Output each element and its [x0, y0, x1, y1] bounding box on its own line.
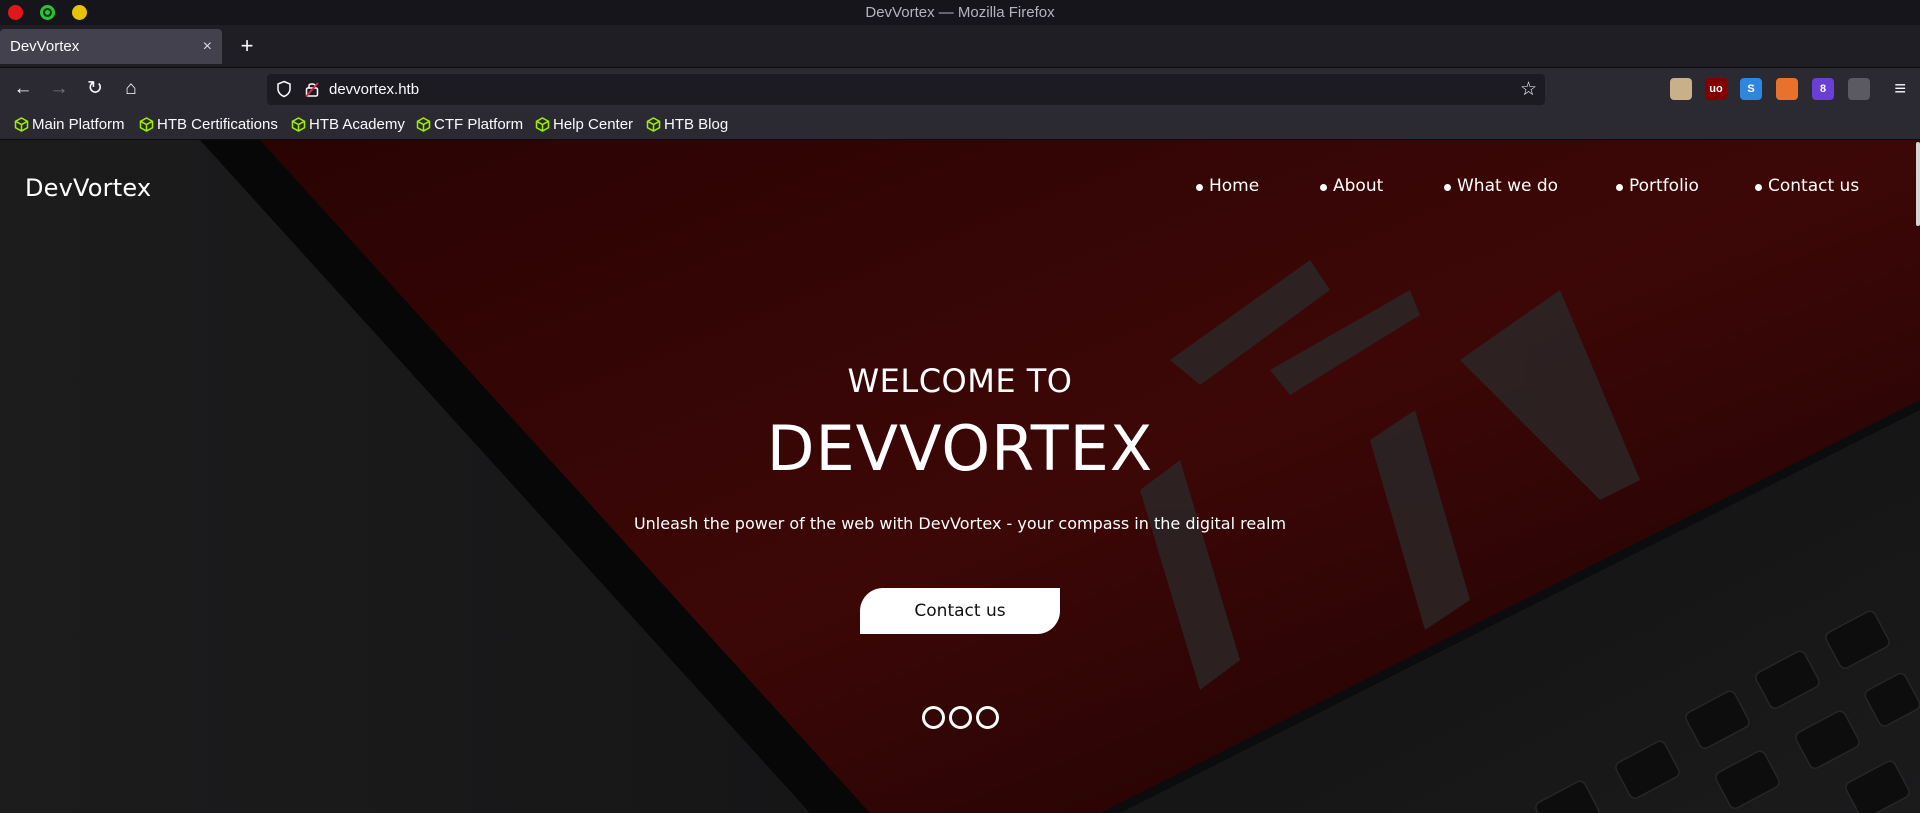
url-bar[interactable]: devvortex.htb ☆ — [267, 74, 1545, 105]
nav-home[interactable]: Home — [1196, 176, 1259, 196]
forward-button[interactable]: → — [44, 74, 74, 104]
tab-close-icon[interactable]: × — [203, 29, 212, 64]
nav-about[interactable]: About — [1320, 176, 1383, 196]
nav-what-we-do[interactable]: What we do — [1444, 176, 1558, 196]
back-button[interactable]: ← — [8, 74, 38, 104]
purple-extension-icon[interactable]: 8 — [1812, 78, 1834, 100]
cube-icon — [139, 117, 154, 132]
bookmark-main-platform[interactable]: Main Platform — [12, 109, 125, 140]
bookmark-star-icon[interactable]: ☆ — [1520, 78, 1537, 101]
app-menu-button[interactable]: ≡ — [1894, 74, 1906, 104]
cube-icon — [646, 117, 661, 132]
lock-icon[interactable] — [303, 80, 321, 98]
cube-icon — [416, 117, 431, 132]
hero-subtitle: Unleash the power of the web with DevVor… — [633, 514, 1287, 533]
cube-icon — [14, 117, 29, 132]
cube-icon — [291, 117, 306, 132]
hero-title: DEVVORTEX — [766, 412, 1154, 485]
tab-label: DevVortex — [10, 38, 80, 55]
home-button[interactable]: ⌂ — [116, 74, 146, 104]
bookmark-label: CTF Platform — [434, 116, 524, 133]
navigation-toolbar: ← → ↻ ⌂ devvortex.htb ☆ uo S 8 ≡ — [0, 68, 1920, 109]
tab-devvortex[interactable]: DevVortex × — [0, 29, 222, 64]
carousel-dot[interactable] — [922, 706, 945, 729]
cube-icon — [535, 117, 550, 132]
bookmark-help-center[interactable]: Help Center — [533, 109, 633, 140]
contact-us-button[interactable]: Contact us — [860, 588, 1060, 634]
carousel-dot[interactable] — [949, 706, 972, 729]
bookmark-htb-certifications[interactable]: HTB Certifications — [137, 109, 278, 140]
bookmark-label: HTB Certifications — [157, 116, 278, 133]
bookmark-htb-blog[interactable]: HTB Blog — [644, 109, 728, 140]
foxy-extension-icon[interactable] — [1776, 78, 1798, 100]
bookmark-htb-academy[interactable]: HTB Academy — [289, 109, 405, 140]
bookmark-ctf-platform[interactable]: CTF Platform — [414, 109, 523, 140]
tab-strip: DevVortex × + — [0, 25, 1920, 68]
gear-extension-icon[interactable] — [1848, 78, 1870, 100]
bookmark-label: HTB Academy — [309, 116, 405, 133]
site-logo[interactable]: DevVortex — [25, 174, 151, 202]
cookie-extension-icon[interactable] — [1670, 78, 1692, 100]
nav-portfolio[interactable]: Portfolio — [1616, 176, 1699, 196]
bookmarks-toolbar: Main Platform HTB Certifications HTB Aca… — [0, 109, 1920, 140]
reload-button[interactable]: ↻ — [80, 74, 110, 104]
tracking-shield-icon[interactable] — [275, 80, 293, 98]
window-title: DevVortex — Mozilla Firefox — [865, 4, 1055, 21]
window-titlebar: DevVortex — Mozilla Firefox — [0, 0, 1920, 25]
carousel-dot[interactable] — [976, 706, 999, 729]
bookmark-label: Main Platform — [32, 116, 125, 133]
ublock-icon[interactable]: uo — [1705, 78, 1727, 100]
bookmark-label: Help Center — [553, 116, 634, 133]
page-viewport: DevVortex Home About What we do Portfoli… — [0, 140, 1920, 813]
url-text[interactable]: devvortex.htb — [329, 74, 419, 105]
hero-welcome: WELCOME TO — [847, 362, 1073, 400]
bookmark-label: HTB Blog — [664, 116, 729, 133]
nav-contact-us[interactable]: Contact us — [1755, 176, 1859, 196]
s-extension-icon[interactable]: S — [1740, 78, 1762, 100]
new-tab-button[interactable]: + — [233, 33, 261, 61]
page-scrollbar[interactable] — [1916, 142, 1920, 226]
